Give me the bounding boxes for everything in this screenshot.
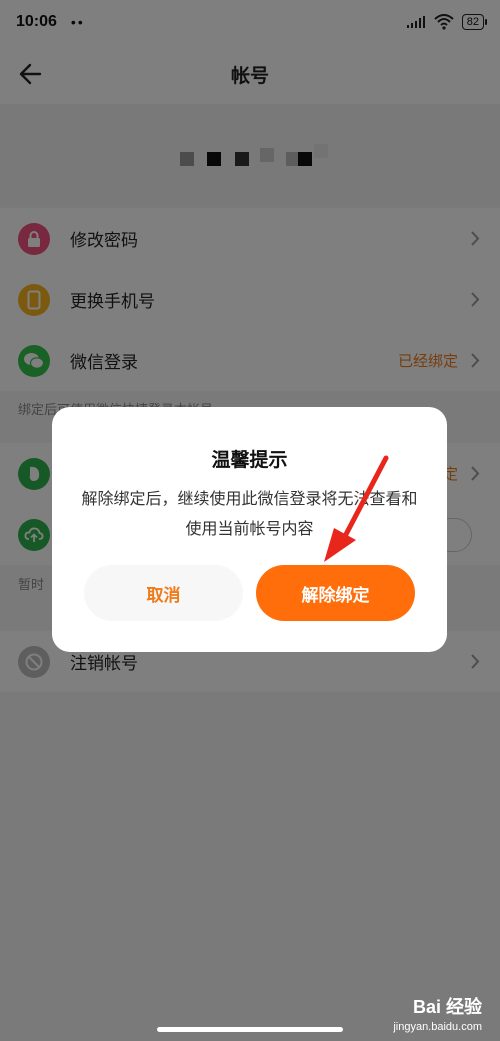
- watermark-main: Bai 经验: [412, 997, 482, 1017]
- baidu-watermark: Bai 经验 jingyan.baidu.com: [393, 993, 482, 1033]
- watermark-url: jingyan.baidu.com: [393, 1021, 482, 1033]
- cancel-button[interactable]: 取消: [84, 565, 243, 621]
- annotation-arrow-icon: [324, 455, 389, 562]
- unbind-confirm-button[interactable]: 解除绑定: [256, 565, 415, 621]
- home-indicator[interactable]: [157, 1027, 343, 1032]
